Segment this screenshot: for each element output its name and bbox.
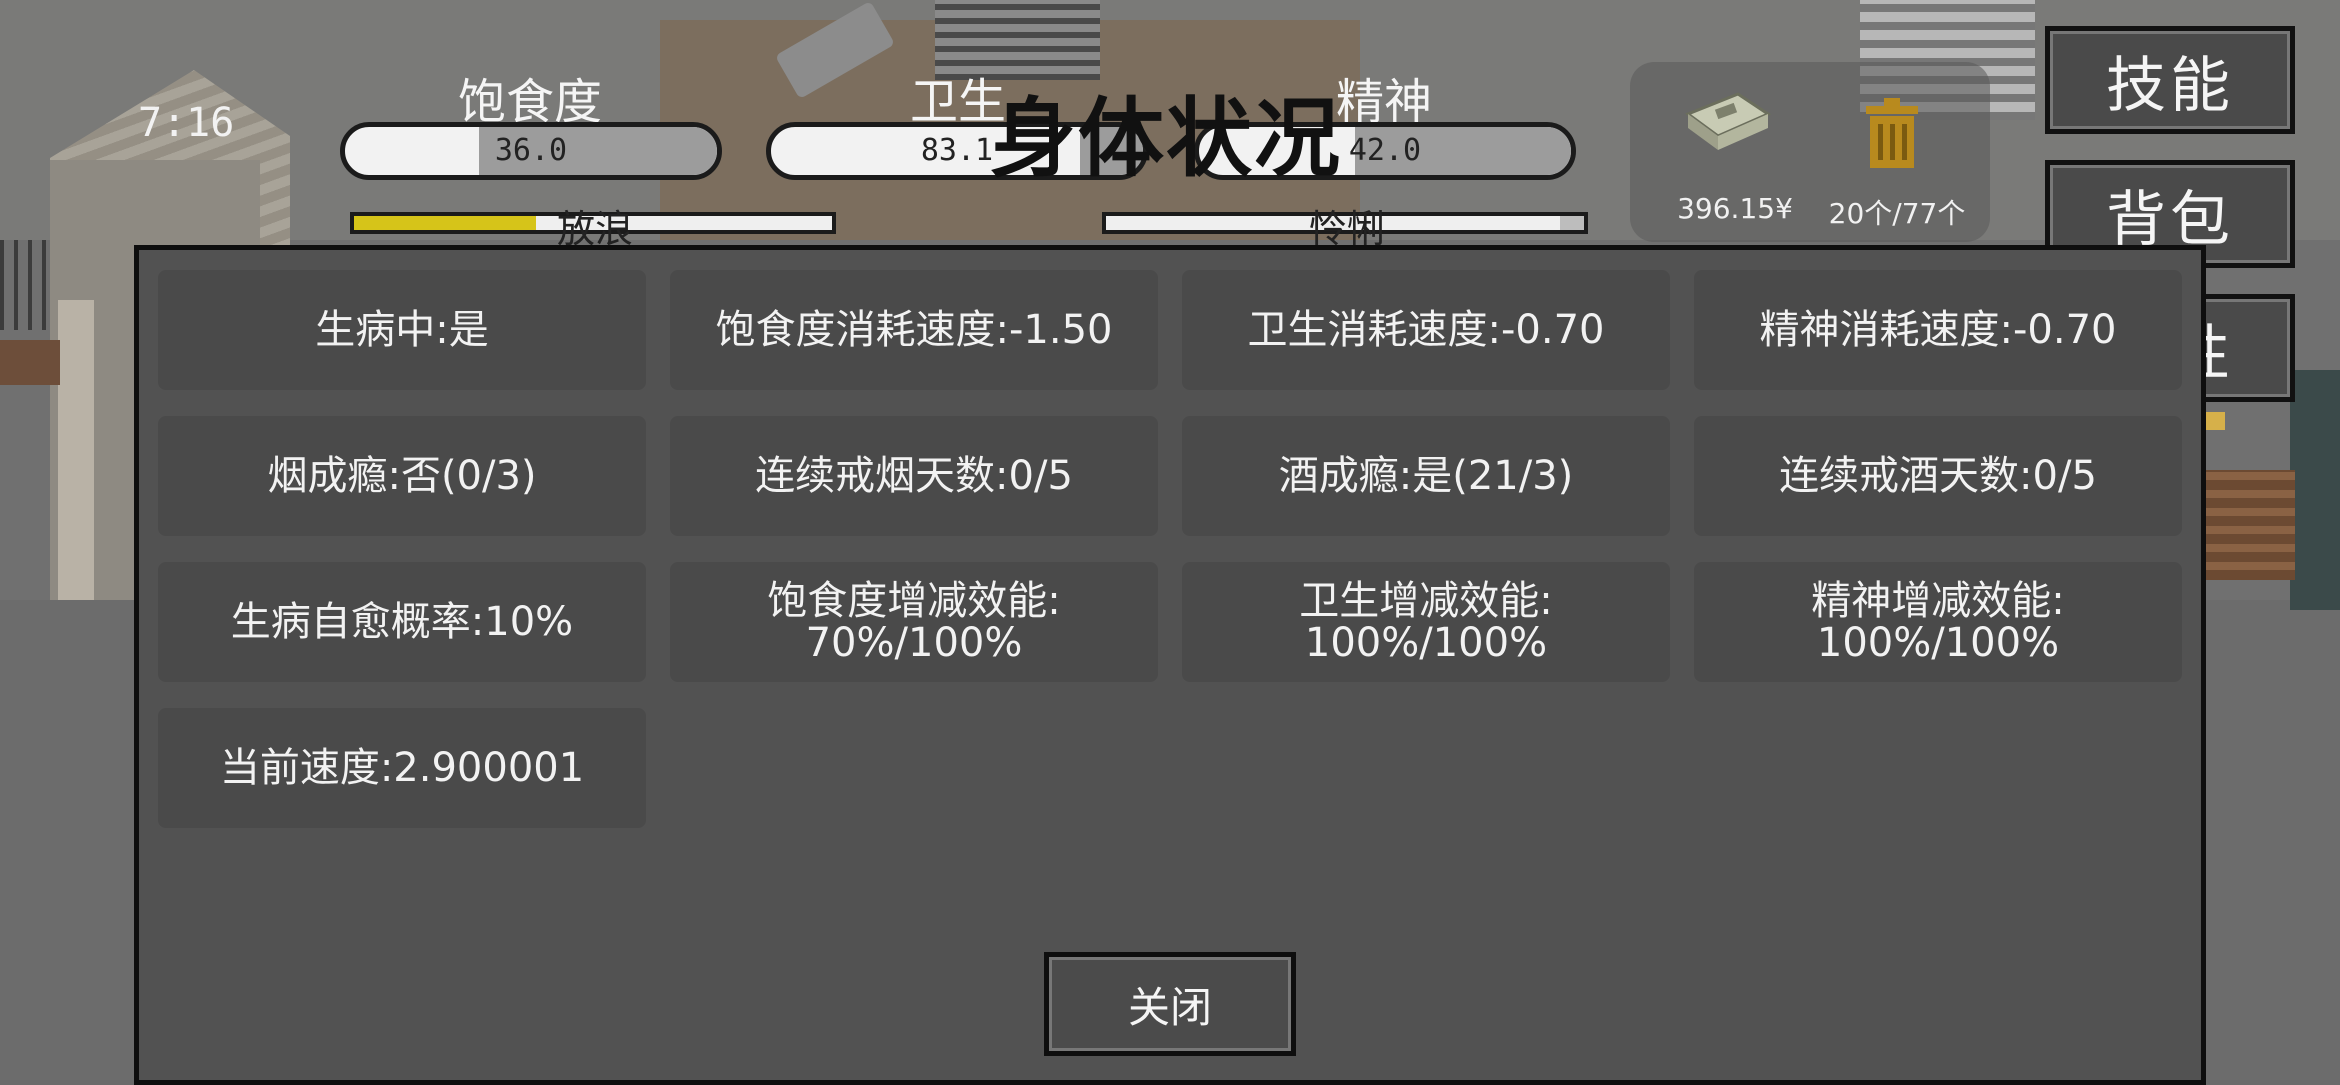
brick-decoration (0, 340, 60, 385)
fence-decoration (0, 240, 50, 330)
satiety-value: 36.0 (494, 133, 568, 168)
trait-bar-2-fill (1560, 216, 1584, 230)
status-cell-self-heal-chance: 生病自愈概率:10% (158, 562, 646, 682)
status-cell-spirit-efficiency: 精神增减效能: 100%/100% (1694, 562, 2182, 682)
status-cell-current-speed: 当前速度:2.900001 (158, 708, 646, 828)
status-cell-spirit-rate: 精神消耗速度:-0.70 (1694, 270, 2182, 390)
money-stack-icon[interactable] (1678, 84, 1774, 154)
right-building (2290, 370, 2340, 610)
status-cell-hygiene-rate: 卫生消耗速度:-0.70 (1182, 270, 1670, 390)
status-cell-sick: 生病中:是 (158, 270, 646, 390)
status-cell-smoking-addiction: 烟成瘾:否(0/3) (158, 416, 646, 536)
yellow-sign-decoration (2205, 412, 2225, 430)
panel-title: 身体状况 (990, 89, 1342, 189)
close-button[interactable]: 关闭 (1044, 952, 1296, 1056)
satiety-bar: 36.0 (340, 122, 722, 180)
status-cell-satiety-efficiency: 饱食度增减效能: 70%/100% (670, 562, 1158, 682)
game-clock: 7:16 (138, 100, 235, 146)
bag-capacity: 20个/77个 (1828, 197, 1966, 230)
skills-button[interactable]: 技能 (2045, 26, 2295, 134)
money-amount: 396.15¥ (1677, 192, 1793, 225)
trash-bin-icon[interactable] (1862, 96, 1922, 170)
house-post (58, 300, 94, 600)
status-cell-alcohol-addiction: 酒成瘾:是(21/3) (1182, 416, 1670, 536)
status-cell-quit-smoking-days: 连续戒烟天数:0/5 (670, 416, 1158, 536)
bench-decoration (2200, 470, 2295, 580)
status-cell-hygiene-efficiency: 卫生增减效能: 100%/100% (1182, 562, 1670, 682)
status-cell-satiety-rate: 饱食度消耗速度:-1.50 (670, 270, 1158, 390)
status-cell-quit-drinking-days: 连续戒酒天数:0/5 (1694, 416, 2182, 536)
